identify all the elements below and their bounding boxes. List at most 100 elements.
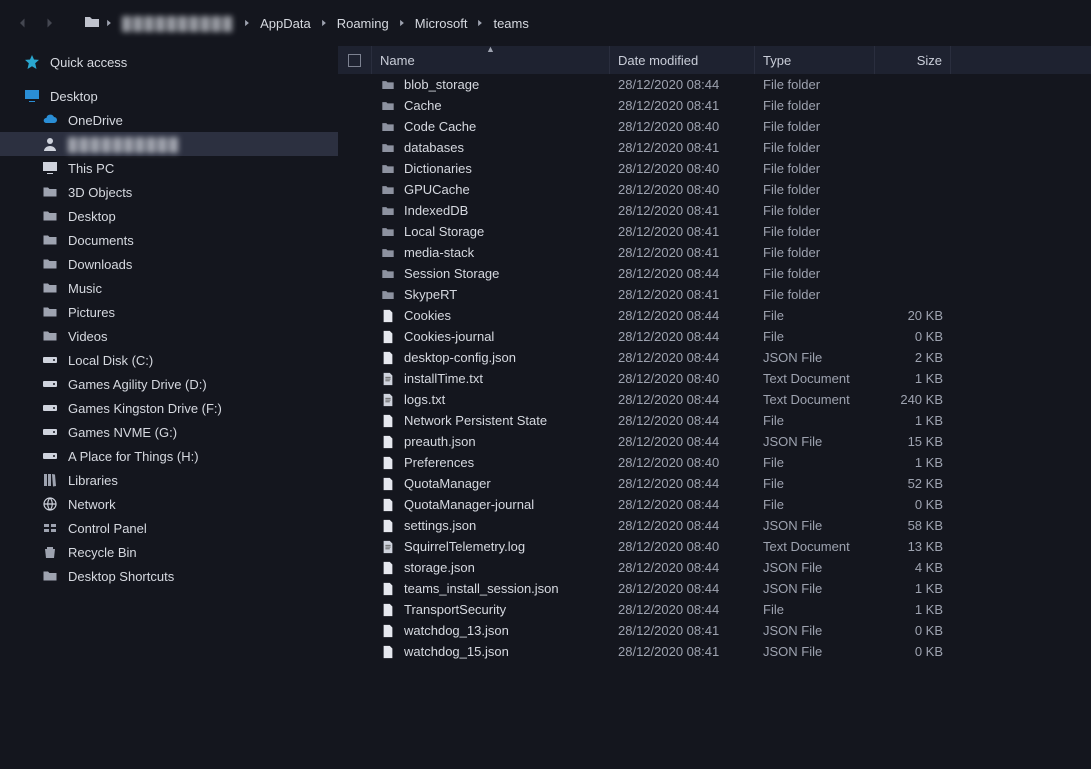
- nav-label: 3D Objects: [68, 185, 132, 200]
- chevron-right-icon[interactable]: [319, 16, 329, 31]
- breadcrumb-user[interactable]: ██████████: [118, 14, 238, 33]
- cloud-icon: [42, 112, 58, 128]
- nav-desktop-root[interactable]: Desktop: [0, 84, 338, 108]
- nav-label: Downloads: [68, 257, 132, 272]
- file-row[interactable]: Cache28/12/2020 08:41File folder: [338, 95, 1091, 116]
- file-row[interactable]: watchdog_13.json28/12/2020 08:41JSON Fil…: [338, 620, 1091, 641]
- folder-icon: [380, 266, 396, 282]
- header-type[interactable]: Type: [755, 46, 875, 74]
- checkbox-icon[interactable]: [348, 54, 361, 67]
- file-row[interactable]: Local Storage28/12/2020 08:41File folder: [338, 221, 1091, 242]
- nav-user-folder[interactable]: ██████████: [0, 132, 338, 156]
- file-size: 58 KB: [875, 518, 951, 533]
- header-label: Type: [763, 53, 791, 68]
- header-size[interactable]: Size: [875, 46, 951, 74]
- file-row[interactable]: SquirrelTelemetry.log28/12/2020 08:40Tex…: [338, 536, 1091, 557]
- file-row[interactable]: preauth.json28/12/2020 08:44JSON File15 …: [338, 431, 1091, 452]
- nav-libraries[interactable]: Libraries: [0, 468, 338, 492]
- file-date: 28/12/2020 08:41: [610, 203, 755, 218]
- file-row[interactable]: IndexedDB28/12/2020 08:41File folder: [338, 200, 1091, 221]
- file-date: 28/12/2020 08:41: [610, 98, 755, 113]
- breadcrumb-microsoft[interactable]: Microsoft: [411, 14, 472, 33]
- file-row[interactable]: Network Persistent State28/12/2020 08:44…: [338, 410, 1091, 431]
- file-date: 28/12/2020 08:44: [610, 308, 755, 323]
- chevron-right-icon[interactable]: [397, 16, 407, 31]
- nav-quick-access[interactable]: Quick access: [0, 50, 338, 74]
- file-row[interactable]: GPUCache28/12/2020 08:40File folder: [338, 179, 1091, 200]
- file-row[interactable]: desktop-config.json28/12/2020 08:44JSON …: [338, 347, 1091, 368]
- file-icon: [380, 434, 396, 450]
- file-row[interactable]: blob_storage28/12/2020 08:44File folder: [338, 74, 1091, 95]
- file-name: watchdog_15.json: [404, 644, 509, 659]
- file-row[interactable]: Dictionaries28/12/2020 08:40File folder: [338, 158, 1091, 179]
- nav-pc-child[interactable]: Games NVME (G:): [0, 420, 338, 444]
- file-list[interactable]: blob_storage28/12/2020 08:44File folderC…: [338, 74, 1091, 769]
- nav-forward-button[interactable]: [38, 12, 60, 34]
- file-row[interactable]: Cookies-journal28/12/2020 08:44File0 KB: [338, 326, 1091, 347]
- file-row[interactable]: TransportSecurity28/12/2020 08:44File1 K…: [338, 599, 1091, 620]
- file-icon: [380, 350, 396, 366]
- nav-desktop-shortcuts[interactable]: Desktop Shortcuts: [0, 564, 338, 588]
- folder-icon: [42, 304, 58, 320]
- nav-network[interactable]: Network: [0, 492, 338, 516]
- nav-recycle-bin[interactable]: Recycle Bin: [0, 540, 338, 564]
- nav-pc-child[interactable]: Documents: [0, 228, 338, 252]
- folder-icon: [380, 203, 396, 219]
- file-row[interactable]: databases28/12/2020 08:41File folder: [338, 137, 1091, 158]
- nav-pc-child[interactable]: Downloads: [0, 252, 338, 276]
- nav-pc-child[interactable]: 3D Objects: [0, 180, 338, 204]
- nav-pc-child[interactable]: Games Kingston Drive (F:): [0, 396, 338, 420]
- file-type: File folder: [755, 245, 875, 260]
- file-row[interactable]: Cookies28/12/2020 08:44File20 KB: [338, 305, 1091, 326]
- nav-pc-child[interactable]: Pictures: [0, 300, 338, 324]
- nav-back-button[interactable]: [12, 12, 34, 34]
- folder-icon: [42, 256, 58, 272]
- drive-icon: [42, 376, 58, 392]
- chevron-right-icon[interactable]: [104, 16, 114, 31]
- nav-pc-child[interactable]: Videos: [0, 324, 338, 348]
- header-date-modified[interactable]: Date modified: [610, 46, 755, 74]
- file-date: 28/12/2020 08:44: [610, 560, 755, 575]
- file-row[interactable]: logs.txt28/12/2020 08:44Text Document240…: [338, 389, 1091, 410]
- file-row[interactable]: media-stack28/12/2020 08:41File folder: [338, 242, 1091, 263]
- file-row[interactable]: settings.json28/12/2020 08:44JSON File58…: [338, 515, 1091, 536]
- file-row[interactable]: storage.json28/12/2020 08:44JSON File4 K…: [338, 557, 1091, 578]
- file-type: File: [755, 476, 875, 491]
- file-row[interactable]: watchdog_15.json28/12/2020 08:41JSON Fil…: [338, 641, 1091, 662]
- nav-label: Quick access: [50, 55, 127, 70]
- file-date: 28/12/2020 08:41: [610, 224, 755, 239]
- file-name: Network Persistent State: [404, 413, 547, 428]
- breadcrumb-appdata[interactable]: AppData: [256, 14, 315, 33]
- breadcrumb-roaming[interactable]: Roaming: [333, 14, 393, 33]
- file-row[interactable]: installTime.txt28/12/2020 08:40Text Docu…: [338, 368, 1091, 389]
- file-row[interactable]: SkypeRT28/12/2020 08:41File folder: [338, 284, 1091, 305]
- folder-icon: [380, 140, 396, 156]
- file-date: 28/12/2020 08:40: [610, 161, 755, 176]
- nav-this-pc[interactable]: This PC: [0, 156, 338, 180]
- file-row[interactable]: teams_install_session.json28/12/2020 08:…: [338, 578, 1091, 599]
- file-name: teams_install_session.json: [404, 581, 559, 596]
- file-icon: [380, 455, 396, 471]
- breadcrumb[interactable]: ██████████ AppData Roaming Microsoft tea…: [84, 14, 533, 33]
- file-row[interactable]: QuotaManager28/12/2020 08:44File52 KB: [338, 473, 1091, 494]
- file-row[interactable]: Preferences28/12/2020 08:40File1 KB: [338, 452, 1091, 473]
- file-row[interactable]: Code Cache28/12/2020 08:40File folder: [338, 116, 1091, 137]
- nav-pc-child[interactable]: Games Agility Drive (D:): [0, 372, 338, 396]
- chevron-right-icon[interactable]: [242, 16, 252, 31]
- header-name[interactable]: Name ▲: [372, 46, 610, 74]
- file-name: TransportSecurity: [404, 602, 506, 617]
- breadcrumb-teams[interactable]: teams: [489, 14, 532, 33]
- nav-pc-child[interactable]: A Place for Things (H:): [0, 444, 338, 468]
- header-checkbox[interactable]: [338, 46, 372, 74]
- chevron-right-icon[interactable]: [475, 16, 485, 31]
- nav-onedrive[interactable]: OneDrive: [0, 108, 338, 132]
- file-row[interactable]: QuotaManager-journal28/12/2020 08:44File…: [338, 494, 1091, 515]
- nav-pc-child[interactable]: Desktop: [0, 204, 338, 228]
- nav-pc-child[interactable]: Music: [0, 276, 338, 300]
- nav-control-panel[interactable]: Control Panel: [0, 516, 338, 540]
- file-row[interactable]: Session Storage28/12/2020 08:44File fold…: [338, 263, 1091, 284]
- folder-icon: [42, 232, 58, 248]
- file-type: JSON File: [755, 581, 875, 596]
- file-date: 28/12/2020 08:44: [610, 350, 755, 365]
- nav-pc-child[interactable]: Local Disk (C:): [0, 348, 338, 372]
